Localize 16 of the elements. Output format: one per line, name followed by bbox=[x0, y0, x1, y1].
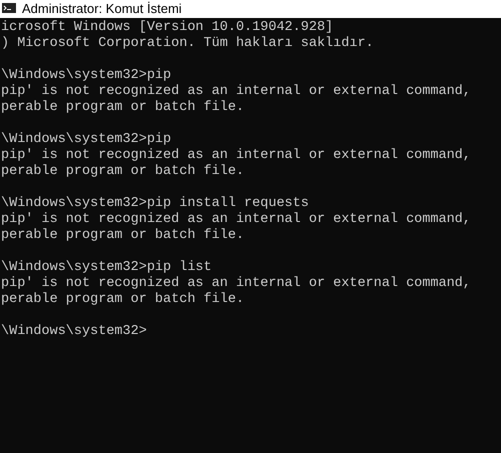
console-line: \Windows\system32>pip bbox=[1, 132, 172, 148]
console-line: pip' is not recognized as an internal or external command, bbox=[1, 148, 471, 164]
console-line: \Windows\system32>pip list bbox=[1, 260, 212, 276]
console-line: perable program or batch file. bbox=[1, 228, 244, 244]
console-line: icrosoft Windows [Version 10.0.19042.928] bbox=[1, 20, 334, 36]
console-line: \Windows\system32>pip bbox=[1, 68, 172, 84]
console-line: perable program or batch file. bbox=[1, 164, 244, 180]
console-line: perable program or batch file. bbox=[1, 292, 244, 308]
window-title: Administrator: Komut İstemi bbox=[22, 1, 182, 17]
console-line: pip' is not recognized as an internal or external command, bbox=[1, 84, 471, 100]
console-line: \Windows\system32>pip install requests bbox=[1, 196, 309, 212]
console-line: \Windows\system32> bbox=[1, 324, 147, 340]
console-line: pip' is not recognized as an internal or external command, bbox=[1, 276, 471, 292]
console-line: ) Microsoft Corporation. Tüm hakları saklıdır. bbox=[1, 36, 374, 52]
console-line: pip' is not recognized as an internal or external command, bbox=[1, 212, 471, 228]
console-line: perable program or batch file. bbox=[1, 100, 244, 116]
